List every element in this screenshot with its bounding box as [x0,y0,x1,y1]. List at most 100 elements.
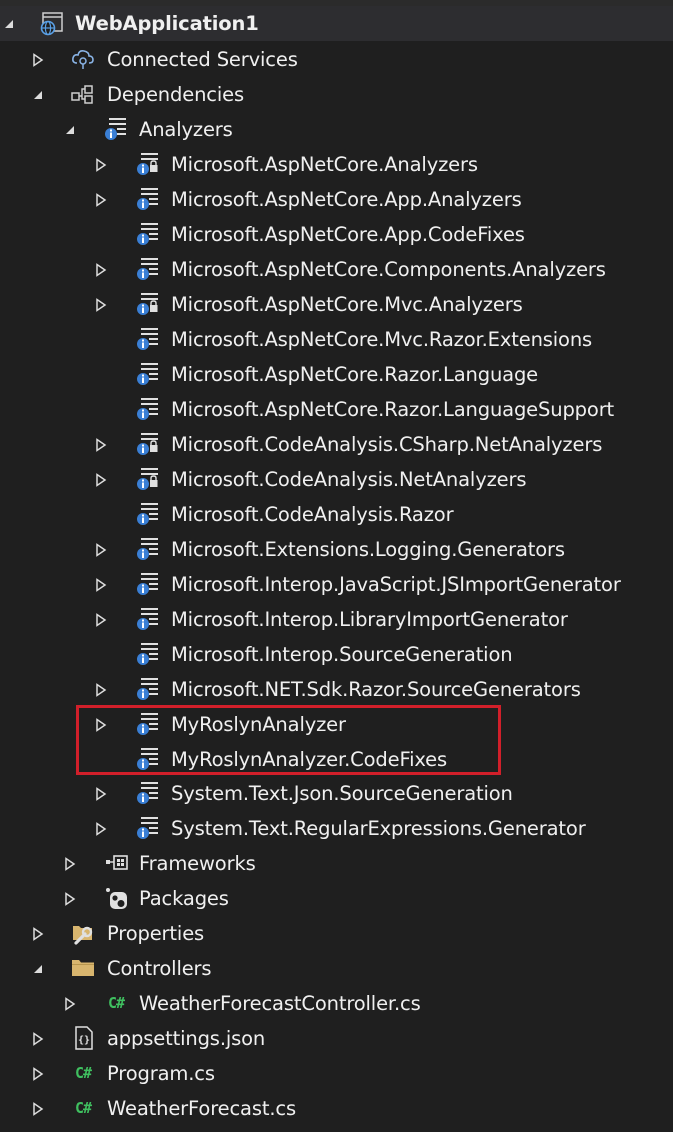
tree-item-analyzer[interactable]: Microsoft.CodeAnalysis.CSharp.NetAnalyze… [0,427,673,462]
analyzer-lock-icon [133,289,163,319]
tree-item-analyzer[interactable]: Microsoft.CodeAnalysis.NetAnalyzers [0,462,673,497]
analyzer-icon [133,674,163,704]
json-glyph: {} [78,1035,90,1046]
tree-item-analyzer[interactable]: Microsoft.AspNetCore.Razor.Language [0,357,673,392]
tree-item-analyzer-myroslyn[interactable]: MyRoslynAnalyzer [0,707,673,742]
collapse-chevron-icon[interactable] [29,77,47,112]
analyzer-icon [133,604,163,634]
tree-item-label: Microsoft.CodeAnalysis.NetAnalyzers [171,468,527,491]
tree-item-label: Dependencies [107,83,244,106]
tree-item-label: Microsoft.CodeAnalysis.Razor [171,503,454,526]
collapse-chevron-icon[interactable] [0,6,18,41]
collapse-chevron-icon[interactable] [29,951,47,986]
expand-chevron-icon[interactable] [92,287,110,322]
expand-chevron-icon[interactable] [92,427,110,462]
tree-item-label: MyRoslynAnalyzer.CodeFixes [171,748,448,771]
tree-item-properties[interactable]: Properties [0,916,673,951]
tree-item-analyzer[interactable]: Microsoft.CodeAnalysis.Razor [0,497,673,532]
tree-item-analyzer[interactable]: Microsoft.AspNetCore.Razor.LanguageSuppo… [0,392,673,427]
expand-chevron-icon[interactable] [29,1021,47,1056]
expand-chevron-icon[interactable] [61,881,79,916]
tree-item-analyzer[interactable]: Microsoft.Interop.SourceGeneration [0,637,673,672]
tree-item-appsettings[interactable]: {} appsettings.json [0,1021,673,1056]
tree-item-analyzers[interactable]: Analyzers [0,112,673,147]
expand-chevron-icon[interactable] [61,986,79,1021]
analyzer-icon [133,324,163,354]
expand-chevron-icon[interactable] [92,811,110,846]
tree-item-packages[interactable]: Packages [0,881,673,916]
tree-item-controllers[interactable]: Controllers [0,951,673,986]
tree-item-analyzer[interactable]: Microsoft.AspNetCore.App.CodeFixes [0,217,673,252]
analyzer-icon [101,114,131,144]
tree-item-project[interactable]: WebApplication1 [0,6,673,41]
expand-chevron-icon[interactable] [92,182,110,217]
tree-item-label: Microsoft.AspNetCore.Razor.LanguageSuppo… [171,398,615,421]
analyzer-icon [133,254,163,284]
tree-item-analyzer[interactable]: Microsoft.AspNetCore.Analyzers [0,147,673,182]
tree-item-label: Microsoft.AspNetCore.Mvc.Analyzers [171,293,523,316]
collapse-chevron-icon[interactable] [61,112,79,147]
tree-item-weatherforecastcontroller[interactable]: C# WeatherForecastController.cs [0,986,673,1021]
analyzer-icon [133,778,163,808]
tree-item-label: Microsoft.AspNetCore.Components.Analyzer… [171,258,606,281]
tree-item-label: WeatherForecast.cs [107,1097,296,1120]
tree-item-analyzer[interactable]: System.Text.RegularExpressions.Generator [0,811,673,846]
expand-chevron-icon[interactable] [29,42,47,77]
web-project-globe-icon [37,8,67,38]
expand-chevron-icon[interactable] [92,707,110,742]
tree-item-analyzer[interactable]: Microsoft.Interop.JavaScript.JSImportGen… [0,567,673,602]
json-file-icon: {} [68,1023,98,1053]
tree-item-analyzer[interactable]: System.Text.Json.SourceGeneration [0,776,673,811]
tree-item-label: Packages [139,887,229,910]
tree-item-analyzer[interactable]: Microsoft.AspNetCore.App.Analyzers [0,182,673,217]
analyzer-lock-icon [133,464,163,494]
tree-item-dependencies[interactable]: Dependencies [0,77,673,112]
tree-item-program[interactable]: C# Program.cs [0,1056,673,1091]
csharp-file-icon: C# [107,994,125,1012]
tree-item-label: Analyzers [139,118,233,141]
tree-item-label: Microsoft.CodeAnalysis.CSharp.NetAnalyze… [171,433,603,456]
expand-chevron-icon[interactable] [61,846,79,881]
package-icon [101,883,131,913]
tree-item-label: Microsoft.AspNetCore.Analyzers [171,153,478,176]
expand-chevron-icon[interactable] [92,462,110,497]
analyzer-icon [133,394,163,424]
tree-item-label: Microsoft.AspNetCore.App.Analyzers [171,188,522,211]
expand-chevron-icon[interactable] [29,1056,47,1091]
expand-chevron-icon[interactable] [92,567,110,602]
tree-item-label: appsettings.json [107,1027,266,1050]
expand-chevron-icon[interactable] [92,672,110,707]
tree-item-label: Microsoft.AspNetCore.Razor.Language [171,363,539,386]
expand-chevron-icon[interactable] [92,532,110,567]
dependency-graph-icon [68,79,98,109]
tree-item-label: Microsoft.Interop.LibraryImportGenerator [171,608,568,631]
tree-item-analyzer[interactable]: Microsoft.Extensions.Logging.Generators [0,532,673,567]
properties-wrench-icon [68,918,98,948]
tree-item-analyzer-myroslyn-codefixes[interactable]: MyRoslynAnalyzer.CodeFixes [0,742,673,777]
expand-chevron-icon[interactable] [29,1091,47,1126]
expand-chevron-icon[interactable] [29,916,47,951]
tree-item-analyzer[interactable]: Microsoft.AspNetCore.Mvc.Razor.Extension… [0,322,673,357]
tree-item-analyzer[interactable]: Microsoft.AspNetCore.Components.Analyzer… [0,252,673,287]
tree-item-frameworks[interactable]: Frameworks [0,846,673,881]
csharp-file-icon: C# [74,1064,92,1082]
tree-item-label: Properties [107,922,205,945]
expand-chevron-icon[interactable] [92,776,110,811]
tree-item-label: System.Text.RegularExpressions.Generator [171,817,586,840]
tree-item-connected-services[interactable]: Connected Services [0,42,673,77]
tree-item-analyzer[interactable]: Microsoft.NET.Sdk.Razor.SourceGenerators [0,672,673,707]
expand-chevron-icon[interactable] [92,602,110,637]
analyzer-icon [133,499,163,529]
tree-item-label: MyRoslynAnalyzer [171,713,346,736]
tree-item-label: Connected Services [107,48,298,71]
tree-item-analyzer[interactable]: Microsoft.Interop.LibraryImportGenerator [0,602,673,637]
tree-item-label: Controllers [107,957,212,980]
cloud-plug-icon [68,44,98,74]
analyzer-icon [133,359,163,389]
tree-item-analyzer[interactable]: Microsoft.AspNetCore.Mvc.Analyzers [0,287,673,322]
tree-item-label: Microsoft.Interop.SourceGeneration [171,643,513,666]
csharp-file-icon: C# [74,1099,92,1117]
expand-chevron-icon[interactable] [92,147,110,182]
tree-item-weatherforecast[interactable]: C# WeatherForecast.cs [0,1091,673,1126]
expand-chevron-icon[interactable] [92,252,110,287]
